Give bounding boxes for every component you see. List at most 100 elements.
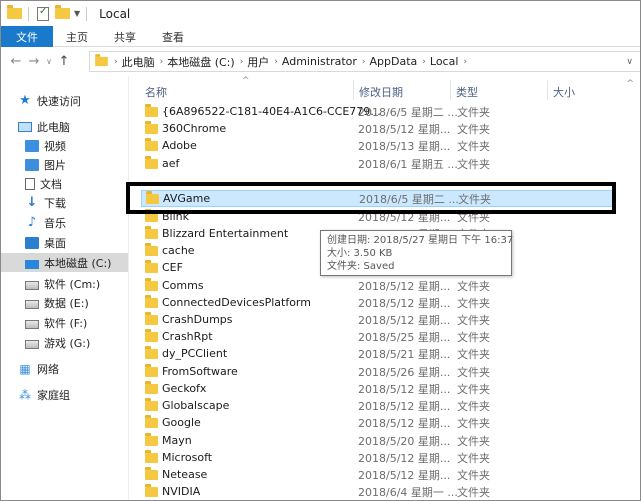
sidebar-item-desktop[interactable]: 桌面 (1, 233, 128, 252)
music-icon: ♪ (27, 214, 37, 230)
column-header-type[interactable]: 类型 (456, 84, 478, 100)
recent-locations-chevron-icon[interactable]: ∨ (43, 57, 55, 66)
breadcrumb-local-disk-c[interactable]: 本地磁盘 (C:) (167, 54, 234, 70)
file-row[interactable]: Globalscape 2018/5/12 星期... 文件夹 (141, 397, 613, 414)
file-row[interactable]: dy_PCClient 2018/5/21 星期... 文件夹 (141, 345, 613, 362)
file-row[interactable]: Netease 2018/5/12 星期... 文件夹 (141, 466, 613, 483)
sidebar-item-drive-e[interactable]: 数据 (E:) (1, 293, 128, 312)
file-date: 2018/5/12 星期... (358, 279, 451, 293)
sidebar-item-drive-g[interactable]: 游戏 (G:) (1, 333, 128, 352)
sidebar-item-videos[interactable]: 视频 (1, 136, 128, 155)
chevron-right-icon[interactable]: › (362, 57, 366, 67)
forward-arrow-icon[interactable]: → (25, 54, 43, 69)
sidebar-item-pictures[interactable]: 图片 (1, 155, 128, 174)
sort-ascending-icon: ^ (242, 76, 250, 86)
file-type: 文件夹 (457, 485, 490, 499)
sidebar-item-label: 网络 (37, 362, 59, 376)
file-row[interactable]: CrashRpt 2018/5/25 星期... 文件夹 (141, 328, 613, 345)
chevron-right-icon[interactable]: › (422, 57, 426, 67)
sidebar-item-downloads[interactable]: ↓ 下载 (1, 193, 128, 212)
file-date: 2018/5/12 星期... (358, 468, 451, 482)
address-bar[interactable]: › 此电脑 › 本地磁盘 (C:) › 用户 › Administrator ›… (89, 51, 640, 72)
tab-view[interactable]: 查看 (149, 26, 197, 47)
file-date: 2018/5/12 星期... (358, 451, 451, 465)
sidebar-item-network[interactable]: ▦ 网络 (1, 359, 128, 378)
folder-icon (7, 5, 22, 19)
file-row[interactable]: AVGame 2018/6/5 星期二 ... 文件夹 (141, 190, 613, 207)
folder-icon (145, 155, 158, 169)
chevron-right-icon[interactable]: › (114, 57, 118, 67)
sidebar-item-documents[interactable]: 文档 (1, 174, 128, 193)
file-row[interactable]: aef 2018/6/1 星期五 ... 文件夹 (141, 155, 613, 172)
sidebar-item-drive-cm[interactable]: 软件 (Cm:) (1, 274, 128, 293)
breadcrumb-local[interactable]: Local (430, 55, 459, 68)
chevron-right-icon[interactable]: › (274, 57, 278, 67)
folder-icon (145, 466, 158, 480)
up-arrow-icon[interactable]: ↑ (55, 54, 73, 69)
file-date: 2018/5/13 星期... (358, 139, 451, 153)
file-row[interactable]: Google 2018/5/12 星期... 文件夹 (141, 414, 613, 431)
videos-icon (25, 139, 39, 152)
breadcrumb-administrator[interactable]: Administrator (282, 55, 357, 68)
tab-file[interactable]: 文件 (1, 26, 53, 47)
column-divider[interactable] (547, 80, 548, 100)
file-row[interactable]: Comms 2018/5/12 星期... 文件夹 (141, 277, 613, 294)
sidebar-item-label: 桌面 (44, 236, 66, 250)
column-divider[interactable] (450, 80, 451, 100)
column-divider[interactable] (353, 80, 354, 100)
file-row[interactable]: CrashDumps 2018/5/12 星期... 文件夹 (141, 311, 613, 328)
sidebar-item-music[interactable]: ♪ 音乐 (1, 213, 128, 232)
tooltip-created: 创建日期: 2018/5/27 星期日 下午 16:37 (327, 235, 514, 246)
scroll-up-icon[interactable]: ^ (626, 79, 634, 89)
folder-icon (145, 414, 158, 428)
file-row[interactable]: Blink 2018/5/12 星期... 文件夹 (141, 208, 613, 225)
sidebar-item-label: 游戏 (G:) (44, 336, 91, 350)
folder-icon (145, 259, 158, 273)
folder-icon (145, 120, 158, 134)
tab-share[interactable]: 共享 (101, 26, 149, 47)
file-row[interactable]: NVIDIA 2018/6/4 星期一 ... 文件夹 (141, 483, 613, 500)
address-dropdown-icon[interactable]: ∨ (626, 57, 633, 67)
file-row[interactable]: 360Chrome 2018/5/12 星期... 文件夹 (141, 120, 613, 137)
column-headers: ^ 名称 修改日期 类型 大小 (130, 76, 640, 100)
chevron-right-icon[interactable]: › (240, 57, 244, 67)
sidebar-item-homegroup[interactable]: ⁂ 家庭组 (1, 385, 128, 404)
breadcrumb-users[interactable]: 用户 (247, 54, 269, 70)
file-name: Blink (162, 210, 190, 223)
column-header-name[interactable]: 名称 (145, 84, 167, 100)
file-type: 文件夹 (457, 279, 490, 293)
file-type: 文件夹 (457, 296, 490, 310)
chevron-down-icon[interactable]: ▼ (74, 9, 80, 18)
file-row[interactable]: {6A896522-C181-40E4-A1C6-CCE779... 2018/6… (141, 103, 613, 120)
drive-icon (25, 339, 39, 349)
file-type: 文件夹 (458, 192, 491, 206)
properties-icon[interactable] (37, 6, 49, 21)
chevron-right-icon[interactable]: › (160, 57, 164, 67)
column-header-date[interactable]: 修改日期 (359, 84, 403, 100)
file-type: 文件夹 (457, 468, 490, 482)
folder-icon (146, 190, 159, 204)
breadcrumb-appdata[interactable]: AppData (370, 55, 418, 68)
new-folder-icon[interactable] (55, 5, 70, 19)
sidebar-item-local-disk-c[interactable]: 本地磁盘 (C:) (1, 253, 128, 272)
file-type: 文件夹 (457, 451, 490, 465)
sidebar-item-quick-access[interactable]: ★ 快速访问 (1, 91, 128, 110)
sidebar-item-drive-f[interactable]: 软件 (F:) (1, 313, 128, 332)
file-row[interactable]: ConnectedDevicesPlatform 2018/5/12 星期... 文… (141, 294, 613, 311)
sidebar-item-label: 软件 (Cm:) (44, 277, 101, 291)
file-name: Comms (162, 279, 204, 292)
chevron-right-icon[interactable]: › (463, 57, 467, 67)
folder-icon (145, 328, 158, 342)
tab-home[interactable]: 主页 (53, 26, 101, 47)
breadcrumb-this-pc[interactable]: 此电脑 (122, 54, 155, 70)
back-arrow-icon[interactable]: ← (7, 54, 25, 69)
window-title: Local (99, 6, 131, 21)
column-header-size[interactable]: 大小 (553, 84, 575, 100)
file-row[interactable]: Mayn 2018/5/20 星期... 文件夹 (141, 432, 613, 449)
file-row[interactable]: FromSoftware 2018/5/26 星期... 文件夹 (141, 363, 613, 380)
file-row[interactable]: Adobe 2018/5/13 星期... 文件夹 (141, 137, 613, 154)
file-row[interactable]: Geckofx 2018/5/12 星期... 文件夹 (141, 380, 613, 397)
file-date: 2018/5/12 星期... (358, 296, 451, 310)
file-row[interactable]: Microsoft 2018/5/12 星期... 文件夹 (141, 449, 613, 466)
sidebar-item-this-pc[interactable]: 此电脑 (1, 117, 128, 136)
